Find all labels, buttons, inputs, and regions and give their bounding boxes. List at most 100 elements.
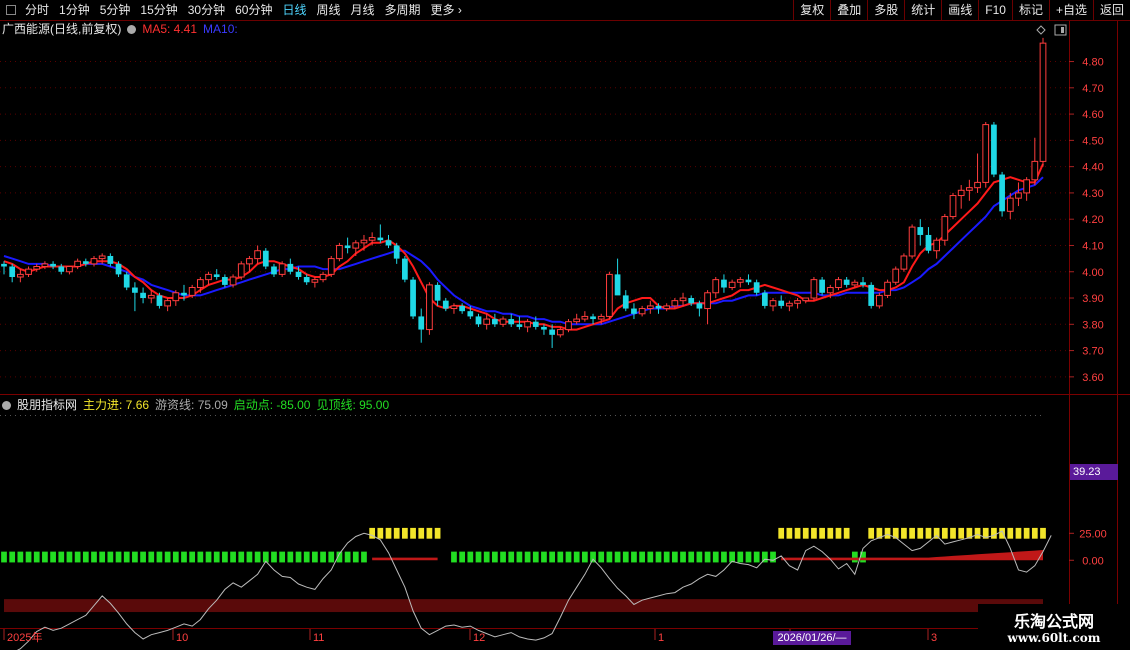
candle[interactable] [728, 279, 736, 291]
candle[interactable] [982, 121, 990, 188]
candle[interactable] [704, 290, 711, 325]
candle[interactable] [761, 290, 768, 309]
candle[interactable] [311, 277, 319, 288]
candle[interactable] [16, 269, 24, 283]
candle[interactable] [475, 313, 482, 327]
candle[interactable] [164, 298, 171, 312]
candle[interactable] [999, 171, 1005, 217]
candle[interactable] [573, 313, 581, 325]
candle[interactable] [402, 255, 408, 283]
candle[interactable] [614, 258, 621, 296]
candle[interactable] [66, 265, 73, 275]
candle[interactable] [352, 240, 360, 256]
candle[interactable] [843, 277, 850, 288]
candle[interactable] [1023, 177, 1031, 201]
candle[interactable] [868, 282, 875, 309]
candle-body [957, 189, 965, 197]
candle[interactable] [287, 258, 294, 275]
candle[interactable] [606, 271, 613, 320]
candle[interactable] [499, 316, 507, 327]
candle[interactable] [132, 282, 138, 312]
candle[interactable] [1031, 137, 1039, 186]
candle[interactable] [90, 255, 98, 267]
candle[interactable] [819, 277, 825, 296]
top-signal-block [393, 527, 400, 539]
candle[interactable] [205, 271, 212, 285]
candle[interactable] [410, 277, 416, 320]
candle[interactable] [892, 266, 900, 285]
candle[interactable] [459, 303, 466, 314]
kline-chart[interactable]: 4.80 4.70 4.60 4.50 4.40 4.30 4.20 4.10 4.00 3.90… [0, 0, 1130, 650]
candle[interactable] [450, 303, 458, 314]
candle[interactable] [646, 300, 654, 314]
candle[interactable] [745, 274, 752, 285]
panel-toggle-icon[interactable] [1054, 24, 1067, 36]
candle[interactable] [933, 237, 941, 259]
candle[interactable] [278, 261, 286, 278]
candle[interactable] [319, 271, 327, 283]
candle[interactable] [884, 279, 891, 299]
candle[interactable] [237, 261, 245, 280]
candle[interactable] [327, 255, 335, 278]
candle[interactable] [25, 266, 32, 278]
candle[interactable] [336, 242, 343, 262]
candle[interactable] [622, 290, 629, 312]
candle[interactable] [58, 263, 65, 275]
candle[interactable] [631, 303, 637, 320]
candle[interactable] [1, 261, 7, 275]
candle[interactable] [794, 298, 801, 309]
candle[interactable] [442, 298, 449, 312]
candle[interactable] [908, 224, 916, 259]
candle[interactable] [508, 313, 515, 327]
candle[interactable] [663, 303, 671, 312]
candle[interactable] [418, 308, 425, 343]
candle[interactable] [900, 253, 908, 272]
candle[interactable] [140, 287, 146, 304]
candle[interactable] [581, 311, 589, 322]
candle[interactable] [213, 269, 220, 280]
candle[interactable] [786, 300, 793, 312]
candle[interactable] [753, 279, 760, 296]
candle[interactable] [1015, 182, 1022, 207]
candle[interactable] [949, 192, 957, 220]
candle[interactable] [974, 153, 981, 193]
candle[interactable] [271, 263, 277, 278]
candle[interactable] [344, 237, 351, 254]
candle[interactable] [516, 316, 523, 330]
candle[interactable] [385, 234, 392, 249]
candle[interactable] [957, 185, 965, 209]
candle[interactable] [1039, 37, 1047, 167]
candle[interactable] [107, 253, 114, 267]
candle[interactable] [769, 298, 777, 312]
diamond-icon[interactable] [1036, 25, 1046, 35]
candle[interactable] [712, 277, 720, 299]
candle[interactable] [917, 219, 924, 246]
candle[interactable] [810, 277, 818, 301]
candle[interactable] [98, 253, 106, 264]
candle[interactable] [679, 292, 687, 306]
candle[interactable] [802, 297, 810, 304]
candle[interactable] [123, 271, 130, 291]
candle[interactable] [638, 305, 646, 317]
candle[interactable] [434, 282, 441, 306]
candle[interactable] [736, 277, 744, 288]
candle[interactable] [991, 121, 997, 178]
candle[interactable] [222, 274, 228, 288]
candle[interactable] [721, 274, 727, 293]
candle[interactable] [393, 242, 400, 264]
candle[interactable] [377, 224, 384, 243]
candle[interactable] [966, 179, 973, 201]
candle[interactable] [925, 227, 932, 254]
candle[interactable] [9, 263, 16, 283]
candle[interactable] [941, 213, 949, 246]
candle[interactable] [172, 290, 180, 306]
candle[interactable] [262, 248, 269, 270]
candle[interactable] [492, 313, 498, 327]
candle[interactable] [74, 258, 81, 270]
candle[interactable] [778, 295, 785, 309]
candle[interactable] [835, 277, 842, 291]
candle[interactable] [50, 261, 56, 270]
candle[interactable] [254, 245, 261, 264]
candle[interactable] [426, 282, 433, 335]
candle[interactable] [876, 292, 883, 309]
